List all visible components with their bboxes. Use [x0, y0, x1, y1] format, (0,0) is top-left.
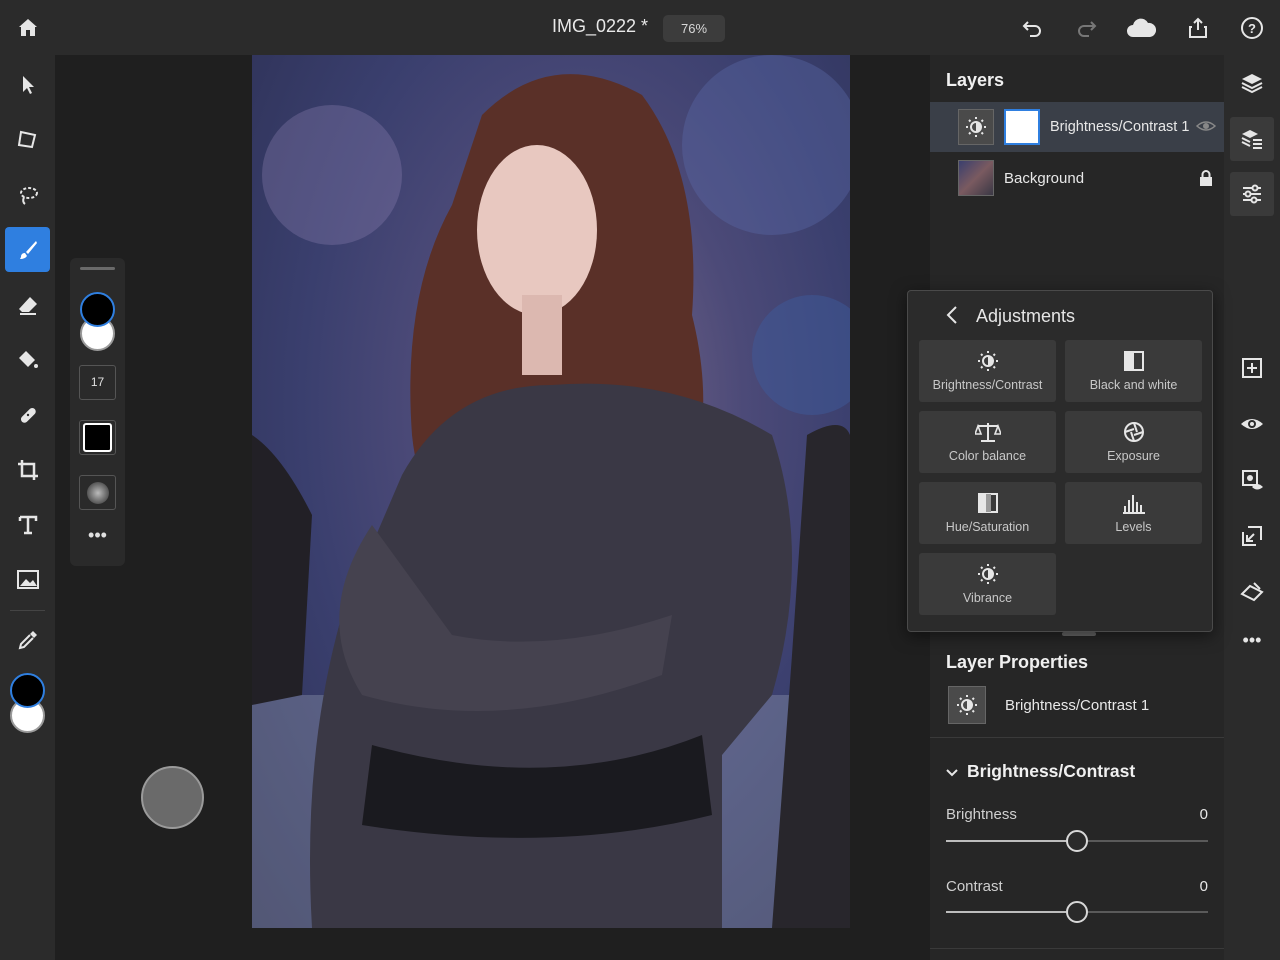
adjustments-popup: Adjustments Brightness/Contrast Black an… [907, 290, 1213, 632]
contrast-slider-fill [946, 911, 1066, 913]
section-divider [930, 737, 1224, 738]
select-icon[interactable] [5, 62, 50, 107]
balance-icon [974, 423, 1001, 442]
brush-softness-swatch[interactable] [79, 475, 116, 510]
document-title: IMG_0222 * [551, 16, 649, 36]
brightness-slider-fill [946, 840, 1066, 842]
brush-color-primary[interactable] [80, 292, 115, 327]
zoom-level[interactable]: 76% [663, 15, 725, 42]
healing-icon[interactable] [5, 392, 50, 437]
layer-name: Brightness/Contrast 1 [1050, 119, 1190, 135]
touch-shortcut-button[interactable] [141, 766, 204, 829]
import-icon[interactable] [1232, 516, 1272, 556]
layer-properties-title: Layer Properties [946, 652, 1089, 672]
panel-handle[interactable] [80, 267, 115, 270]
layers-title: Layers [946, 70, 1005, 90]
adjustment-label: Black and white [1089, 378, 1178, 392]
chevron-down-icon[interactable] [946, 765, 958, 783]
crop-icon[interactable] [5, 447, 50, 492]
layer-mask-thumbnail[interactable] [1004, 109, 1040, 145]
adjustments-icon[interactable] [1230, 172, 1274, 216]
adjustment-label: Vibrance [962, 591, 1013, 605]
document-image[interactable] [252, 55, 850, 928]
color-swatch-foreground[interactable] [10, 673, 45, 708]
help-icon[interactable]: ? [1236, 12, 1268, 44]
vibrance-icon [977, 564, 998, 584]
adjustment-levels[interactable]: Levels [1065, 482, 1202, 544]
layers-icon[interactable] [1232, 63, 1272, 103]
lock-icon [1199, 170, 1213, 191]
layer-row-background[interactable]: Background [930, 153, 1224, 203]
black-white-icon [1123, 351, 1144, 371]
share-icon[interactable] [1182, 12, 1214, 44]
hue-icon [977, 493, 998, 513]
right-rail: ••• [1224, 55, 1280, 960]
more-icon[interactable]: ••• [80, 526, 115, 548]
more-options-icon[interactable]: ••• [1236, 631, 1268, 653]
layer-name: Background [1004, 169, 1085, 187]
brightness-icon [977, 351, 998, 371]
adjustment-label: Exposure [1107, 449, 1160, 463]
cloud-icon[interactable] [1124, 12, 1158, 44]
divider [10, 610, 45, 611]
brightness-value[interactable]: 0 [1170, 806, 1208, 823]
adjustment-label: Color balance [948, 449, 1027, 463]
adjustment-color-balance[interactable]: Color balance [919, 411, 1056, 473]
brightness-slider-knob[interactable] [1066, 830, 1088, 852]
adjustment-exposure[interactable]: Exposure [1065, 411, 1202, 473]
panel-divider [1062, 632, 1096, 636]
brightness-icon [958, 109, 994, 145]
adjustment-black-and-white[interactable]: Black and white [1065, 340, 1202, 402]
layer-properties-icon[interactable] [1230, 117, 1274, 161]
undo-icon[interactable] [1016, 12, 1048, 44]
adjustment-label: Levels [1115, 520, 1152, 534]
levels-icon [1122, 495, 1145, 514]
adjustment-label: Hue/Saturation [945, 520, 1030, 534]
contrast-value[interactable]: 0 [1170, 878, 1208, 895]
contrast-slider-knob[interactable] [1066, 901, 1088, 923]
brush-opacity-swatch[interactable] [79, 420, 116, 455]
redo-icon[interactable] [1071, 12, 1103, 44]
eraser-layer-icon[interactable] [1232, 572, 1272, 612]
add-layer-icon[interactable] [1232, 348, 1272, 388]
brightness-label: Brightness [946, 806, 1017, 823]
adjustments-title: Adjustments [976, 306, 1076, 326]
home-icon[interactable] [12, 12, 44, 44]
eye-icon[interactable] [1232, 404, 1272, 444]
svg-text:?: ? [1248, 21, 1256, 36]
adjustment-hue-saturation[interactable]: Hue/Saturation [919, 482, 1056, 544]
type-icon[interactable] [5, 502, 50, 547]
adjustment-vibrance[interactable]: Vibrance [919, 553, 1056, 615]
properties-layer-name: Brightness/Contrast 1 [1005, 697, 1150, 714]
tool-bar [0, 55, 55, 960]
brush-icon[interactable] [5, 227, 50, 272]
contrast-label: Contrast [946, 878, 1003, 895]
brightness-icon [948, 686, 986, 724]
top-bar: IMG_0222 * 76% ? [0, 0, 1280, 55]
layer-row-adjustment[interactable]: Brightness/Contrast 1 [930, 102, 1224, 152]
eyedropper-icon[interactable] [5, 617, 50, 662]
aperture-icon [1123, 422, 1144, 442]
transform-icon[interactable] [5, 117, 50, 162]
eraser-icon[interactable] [5, 282, 50, 327]
brush-options-panel: 17 ••• [70, 258, 125, 566]
image-icon[interactable] [5, 557, 50, 602]
section-divider [930, 948, 1224, 949]
back-chevron-icon[interactable] [946, 305, 958, 330]
section-title[interactable]: Brightness/Contrast [967, 761, 1135, 782]
mask-visibility-icon[interactable] [1232, 460, 1272, 500]
fill-icon[interactable] [5, 337, 50, 382]
layer-thumbnail [958, 160, 994, 196]
adjustment-label: Brightness/Contrast [932, 378, 1043, 392]
lasso-icon[interactable] [5, 172, 50, 217]
adjustment-brightness-contrast[interactable]: Brightness/Contrast [919, 340, 1056, 402]
brush-size[interactable]: 17 [79, 365, 116, 400]
visibility-icon[interactable] [1195, 118, 1217, 139]
